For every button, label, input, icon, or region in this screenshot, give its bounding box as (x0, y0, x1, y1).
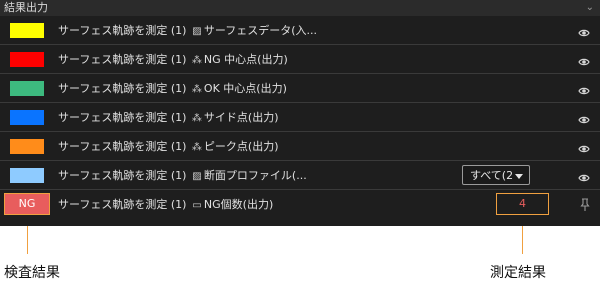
row-label: サーフェスデータ(入... (203, 24, 318, 37)
result-row[interactable]: NG サーフェス軌跡を測定 (1) ▭ NG個数(出力) 4 (0, 190, 600, 219)
row-text: サーフェス軌跡を測定 (1) ⁂ サイド点(出力) (58, 103, 279, 132)
caret-down-icon (515, 174, 523, 179)
row-source: サーフェス軌跡を測定 (1) (58, 82, 187, 95)
panel-title: 結果出力 (4, 1, 48, 14)
color-swatch[interactable] (10, 81, 44, 96)
measurement-value: 4 (496, 193, 549, 215)
callout-line-right (522, 226, 523, 254)
callout-label-inspection-result: 検査結果 (4, 265, 60, 281)
output-row[interactable]: サーフェス軌跡を測定 (1) ⁂ ピーク点(出力) (0, 132, 600, 161)
output-row[interactable]: サーフェス軌跡を測定 (1) ▨ 断面プロファイル(... すべて(2 (0, 161, 600, 190)
row-text: サーフェス軌跡を測定 (1) ⁂ OK 中心点(出力) (58, 74, 287, 103)
color-swatch[interactable] (10, 168, 44, 183)
output-row[interactable]: サーフェス軌跡を測定 (1) ⁂ OK 中心点(出力) (0, 74, 600, 103)
counter-icon: ▭ (192, 200, 202, 211)
row-text: サーフェス軌跡を測定 (1) ⁂ ピーク点(出力) (58, 132, 279, 161)
row-text: サーフェス軌跡を測定 (1) ▨ サーフェスデータ(入... (58, 16, 317, 45)
chevron-down-icon[interactable]: ⌄ (586, 0, 594, 16)
visibility-eye-icon[interactable] (578, 24, 590, 37)
row-source: サーフェス軌跡を測定 (1) (58, 24, 187, 37)
row-source: サーフェス軌跡を測定 (1) (58, 198, 187, 211)
result-output-panel: 結果出力 ⌄ サーフェス軌跡を測定 (1) ▨ サーフェスデータ(入... サーフェ… (0, 0, 600, 226)
row-text: サーフェス軌跡を測定 (1) ⁂ NG 中心点(出力) (58, 45, 288, 74)
point-cluster-icon: ⁂ (191, 84, 202, 95)
panel-header[interactable]: 結果出力 ⌄ (0, 0, 600, 16)
color-swatch[interactable] (10, 110, 44, 125)
row-text: サーフェス軌跡を測定 (1) ▭ NG個数(出力) (58, 190, 273, 219)
row-label: NG個数(出力) (203, 198, 274, 211)
filter-dropdown[interactable]: すべて(2 (462, 165, 530, 185)
visibility-eye-icon[interactable] (578, 169, 590, 182)
hatched-square-icon: ▨ (192, 171, 202, 182)
row-source: サーフェス軌跡を測定 (1) (58, 53, 187, 66)
inspection-result-badge: NG (4, 193, 50, 215)
point-cluster-icon: ⁂ (191, 113, 202, 124)
row-text: サーフェス軌跡を測定 (1) ▨ 断面プロファイル(... (58, 161, 307, 190)
callout-line-left (27, 226, 28, 254)
output-row[interactable]: サーフェス軌跡を測定 (1) ⁂ サイド点(出力) (0, 103, 600, 132)
row-label: ピーク点(出力) (203, 140, 279, 153)
row-source: サーフェス軌跡を測定 (1) (58, 140, 187, 153)
row-label: 断面プロファイル(... (203, 169, 307, 182)
hatched-square-icon: ▨ (192, 26, 202, 37)
dropdown-value: すべて(2 (470, 169, 514, 182)
point-cluster-icon: ⁂ (191, 142, 202, 153)
output-row[interactable]: サーフェス軌跡を測定 (1) ▨ サーフェスデータ(入... (0, 16, 600, 45)
row-label: NG 中心点(出力) (203, 53, 288, 66)
visibility-eye-icon[interactable] (578, 53, 590, 66)
color-swatch[interactable] (10, 139, 44, 154)
row-source: サーフェス軌跡を測定 (1) (58, 169, 187, 182)
output-row[interactable]: サーフェス軌跡を測定 (1) ⁂ NG 中心点(出力) (0, 45, 600, 74)
color-swatch[interactable] (10, 52, 44, 67)
point-cluster-icon: ⁂ (191, 55, 202, 66)
row-label: OK 中心点(出力) (203, 82, 287, 95)
row-label: サイド点(出力) (203, 111, 279, 124)
row-source: サーフェス軌跡を測定 (1) (58, 111, 187, 124)
visibility-eye-icon[interactable] (578, 82, 590, 95)
callout-label-measurement-result: 測定結果 (490, 265, 546, 281)
visibility-eye-icon[interactable] (578, 111, 590, 124)
pin-icon[interactable] (580, 197, 590, 211)
visibility-eye-icon[interactable] (578, 140, 590, 153)
color-swatch[interactable] (10, 23, 44, 38)
